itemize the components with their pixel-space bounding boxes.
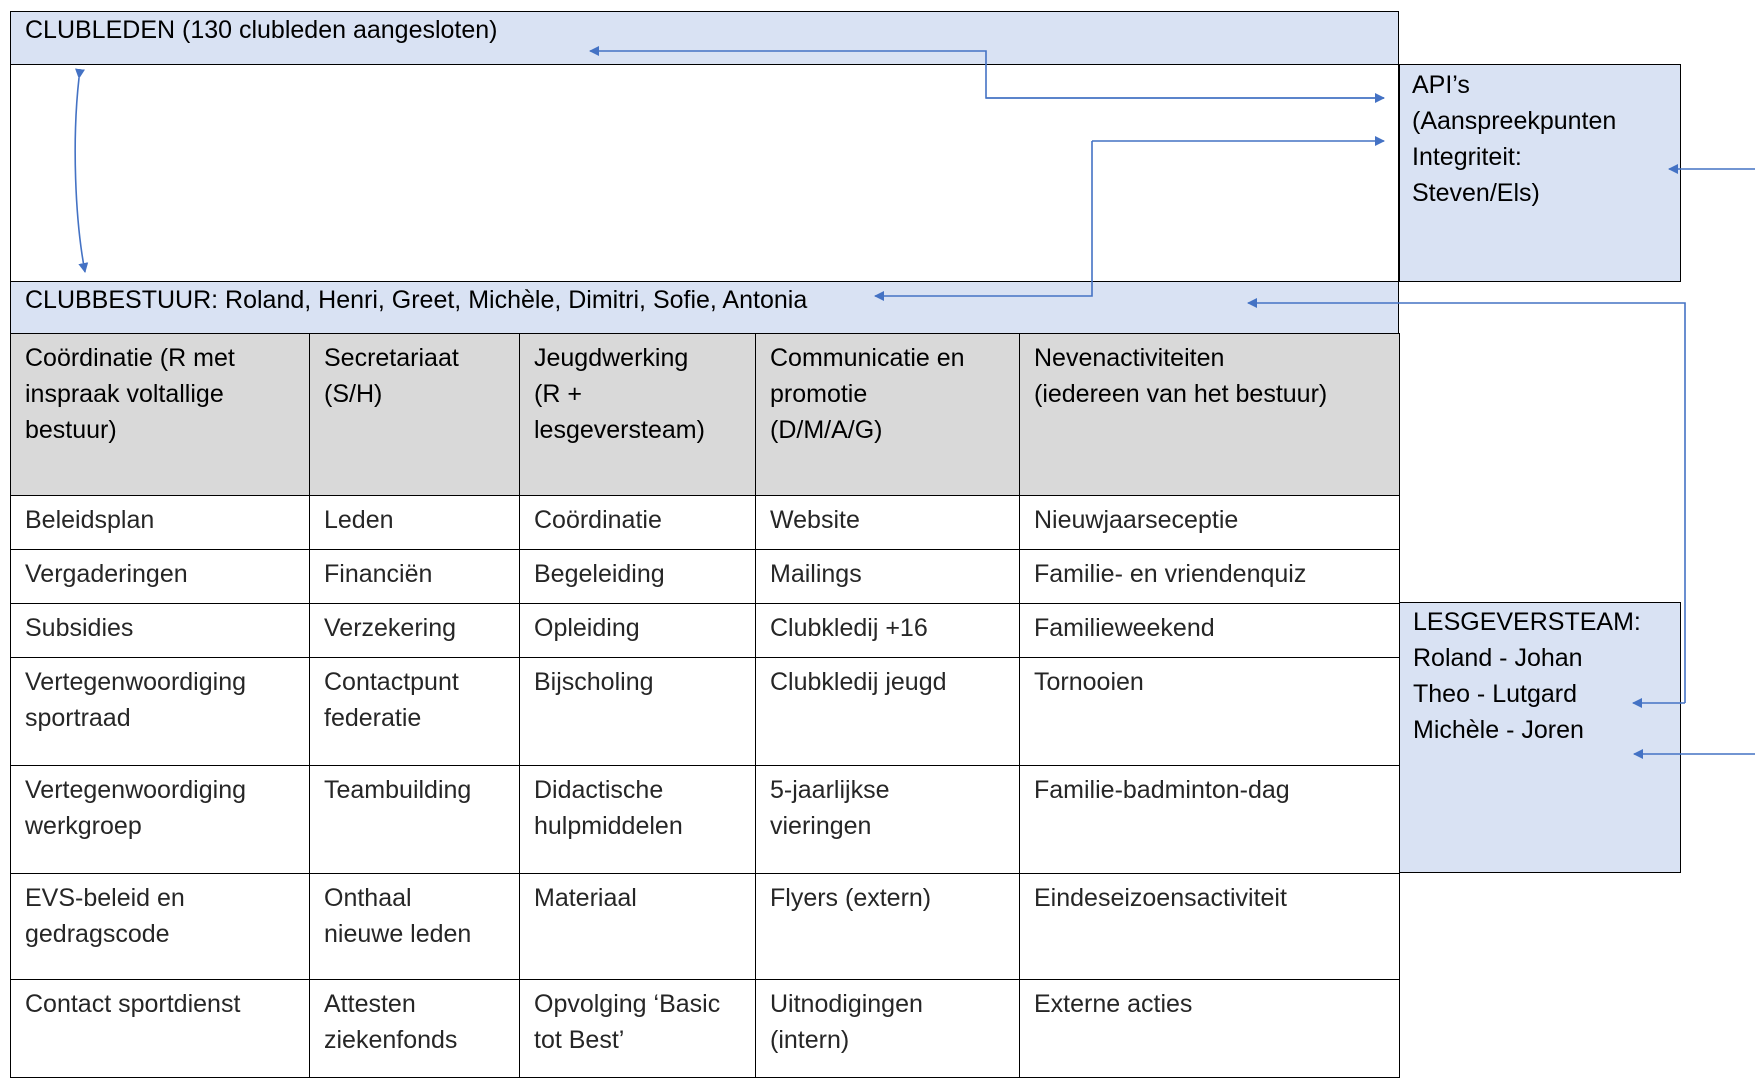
arrow-les-bestuur — [1247, 298, 1686, 703]
arrows-layer — [74, 46, 1755, 759]
arrow-api-bestuur — [874, 141, 1093, 301]
arrow-leden-bestuur — [74, 68, 89, 273]
arrow-api-leden — [589, 46, 1384, 99]
